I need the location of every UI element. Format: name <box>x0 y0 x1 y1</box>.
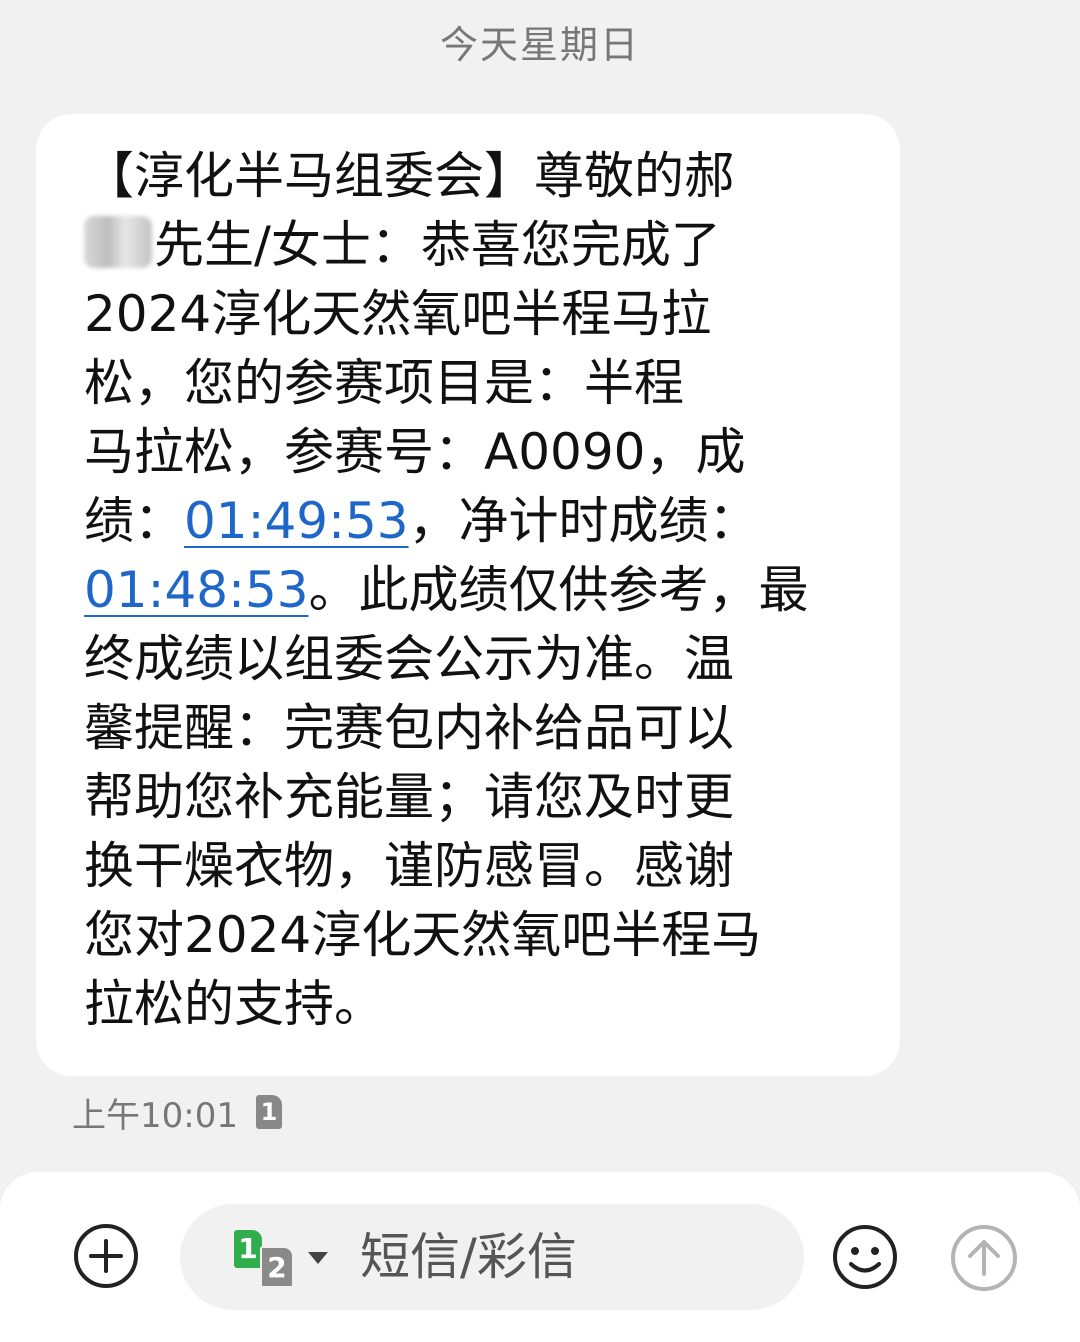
message-line: 01:48:53。此成绩仅供参考，最 <box>84 556 854 625</box>
sim2-icon: 2 <box>260 1246 294 1288</box>
message-line: 绩：01:49:53，净计时成绩： <box>84 487 854 556</box>
message-line: 马拉松，参赛号：A0090，成 <box>84 423 746 481</box>
sim1-icon: 1 <box>234 1230 262 1268</box>
message-line: 拉松的支持。 <box>84 975 384 1033</box>
message-text: 【淳化半马组委会】尊敬的郝 先生/女士：恭喜您完成了 2024淳化天然氧吧半程马… <box>84 142 854 1039</box>
message-bubble[interactable]: 【淳化半马组委会】尊敬的郝 先生/女士：恭喜您完成了 2024淳化天然氧吧半程马… <box>36 114 900 1076</box>
message-line: 馨提醒：完赛包内补给品可以 <box>84 699 734 757</box>
message-line-text: 绩： <box>84 492 184 550</box>
message-input[interactable] <box>360 1226 760 1288</box>
send-arrow-icon <box>951 1225 1017 1291</box>
gun-time-link[interactable]: 01:49:53 <box>184 492 409 550</box>
message-line: 您对2024淳化天然氧吧半程马 <box>84 906 762 964</box>
message-line: 松，您的参赛项目是：半程 <box>84 354 684 412</box>
add-attachment-button[interactable] <box>74 1224 138 1288</box>
emoji-button[interactable] <box>832 1224 898 1290</box>
smiley-icon <box>833 1225 897 1289</box>
message-line: 终成绩以组委会公示为准。温 <box>84 630 734 688</box>
message-line: 换干燥衣物，谨防感冒。感谢 <box>84 837 734 895</box>
net-time-link[interactable]: 01:48:53 <box>84 561 309 619</box>
date-separator: 今天星期日 <box>439 23 640 67</box>
message-line: 2024淳化天然氧吧半程马拉 <box>84 285 712 343</box>
message-meta: 上午10:01 1 <box>72 1090 282 1136</box>
message-line-text: ，净计时成绩： <box>408 492 759 550</box>
sim-selector-button[interactable]: 1 2 <box>234 1230 334 1290</box>
sms-conversation-screen: 今天星期日 【淳化半马组委会】尊敬的郝 先生/女士：恭喜您完成了 2024淳化天… <box>0 0 1080 1342</box>
message-line: 【淳化半马组委会】尊敬的郝 <box>84 147 734 205</box>
message-line: 先生/女士：恭喜您完成了 <box>84 211 854 280</box>
redacted-name <box>84 216 152 268</box>
message-line-text: 。此成绩仅供参考，最 <box>308 561 809 619</box>
message-line: 帮助您补充能量；请您及时更 <box>84 768 734 826</box>
message-time: 上午10:01 <box>72 1095 238 1136</box>
message-input-container[interactable]: 1 2 <box>180 1204 804 1310</box>
sim-card-icon: 1 <box>255 1095 282 1129</box>
send-button[interactable] <box>950 1224 1018 1292</box>
chevron-down-icon <box>308 1252 328 1264</box>
message-composer: 1 2 <box>0 1172 1080 1342</box>
message-line-text: 先生/女士：恭喜您完成了 <box>154 216 721 274</box>
